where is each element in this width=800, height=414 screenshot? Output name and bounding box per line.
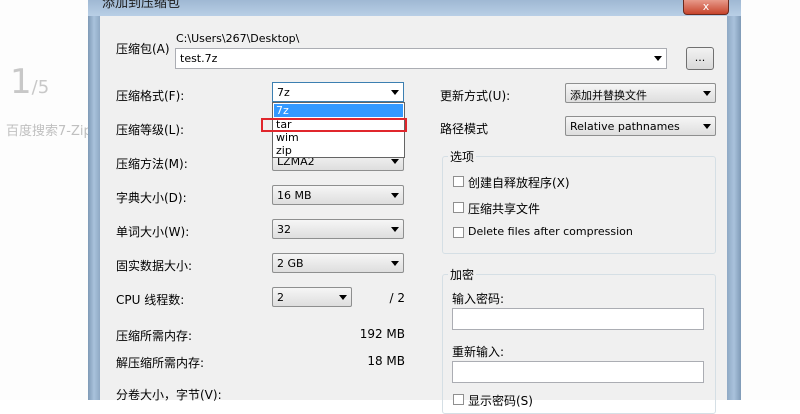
- update-label: 更新方式(U):: [440, 89, 511, 103]
- format-option-zip[interactable]: zip: [274, 144, 403, 157]
- archive-filename-combo[interactable]: test.7z: [175, 48, 667, 69]
- close-icon: x: [702, 0, 710, 13]
- delete-checkbox[interactable]: [453, 227, 464, 238]
- sfx-checkbox[interactable]: [453, 176, 464, 187]
- solid-label: 固实数据大小:: [116, 259, 193, 273]
- encryption-group-title: 加密: [448, 266, 477, 283]
- chevron-down-icon: [339, 295, 347, 300]
- window-frame-right: [727, 0, 741, 400]
- solid-select[interactable]: 2 GB: [272, 253, 404, 273]
- threads-max: / 2: [389, 291, 406, 305]
- background-text: 百度搜索7-Zip: [6, 124, 92, 139]
- path-mode-value: Relative pathnames: [570, 120, 680, 133]
- mem-compress-label: 压缩所需内存:: [116, 329, 193, 343]
- volume-label: 分卷大小，字节(V):: [116, 388, 222, 402]
- threads-select[interactable]: 2: [272, 287, 352, 307]
- window-title: 添加到压缩包: [102, 0, 181, 11]
- close-button[interactable]: x: [683, 0, 729, 15]
- shared-checkbox[interactable]: [453, 202, 464, 213]
- format-option-7z[interactable]: 7z: [274, 104, 403, 117]
- path-mode-select[interactable]: Relative pathnames: [565, 116, 716, 136]
- options-group-title: 选项: [448, 148, 477, 165]
- chevron-down-icon: [391, 227, 399, 232]
- word-value: 32: [277, 223, 291, 236]
- word-label: 单词大小(W):: [116, 225, 190, 239]
- update-value: 添加并替换文件: [570, 89, 647, 102]
- format-label: 压缩格式(F):: [116, 89, 185, 103]
- chevron-down-icon: [703, 91, 711, 96]
- dict-label: 字典大小(D):: [116, 191, 187, 205]
- mem-decompress-label: 解压缩所需内存:: [116, 356, 205, 370]
- show-password-label: 显示密码(S): [468, 394, 533, 408]
- word-select[interactable]: 32: [272, 219, 404, 239]
- mem-compress-value: 192 MB: [359, 327, 405, 341]
- sfx-label: 创建自释放程序(X): [468, 176, 570, 190]
- chevron-down-icon: [391, 261, 399, 266]
- dict-value: 16 MB: [277, 189, 312, 202]
- chevron-down-icon: [391, 90, 399, 95]
- window-frame-left: [88, 0, 100, 400]
- delete-label: Delete files after compression: [468, 225, 633, 238]
- reenter-input[interactable]: [452, 361, 704, 383]
- archive-filename: test.7z: [180, 52, 218, 65]
- password-input[interactable]: [452, 308, 704, 330]
- solid-value: 2 GB: [277, 257, 304, 270]
- archive-path: C:\Users\267\Desktop\: [176, 32, 300, 45]
- format-option-wim[interactable]: wim: [274, 131, 403, 144]
- annotation-highlight-box: [261, 118, 407, 132]
- shared-label: 压缩共享文件: [468, 202, 541, 216]
- level-label: 压缩等级(L):: [116, 123, 185, 137]
- threads-label: CPU 线程数:: [116, 293, 185, 307]
- reenter-label: 重新输入:: [452, 345, 505, 359]
- mem-decompress-value: 18 MB: [367, 354, 405, 368]
- chevron-down-icon: [391, 159, 399, 164]
- title-bar[interactable]: [88, 0, 741, 16]
- format-select[interactable]: 7z: [272, 82, 404, 102]
- path-mode-label: 路径模式: [440, 122, 489, 136]
- chevron-down-icon: [654, 56, 662, 61]
- dict-select[interactable]: 16 MB: [272, 185, 404, 205]
- chevron-down-icon: [703, 124, 711, 129]
- password-label: 输入密码:: [452, 292, 505, 306]
- method-label: 压缩方法(M):: [116, 157, 188, 171]
- format-value: 7z: [277, 86, 290, 99]
- chevron-down-icon: [391, 193, 399, 198]
- browse-button[interactable]: ...: [686, 47, 714, 70]
- threads-value: 2: [277, 291, 284, 304]
- update-select[interactable]: 添加并替换文件: [565, 83, 716, 103]
- archive-label: 压缩包(A): [116, 42, 170, 56]
- background-heading: 1/5: [10, 62, 50, 102]
